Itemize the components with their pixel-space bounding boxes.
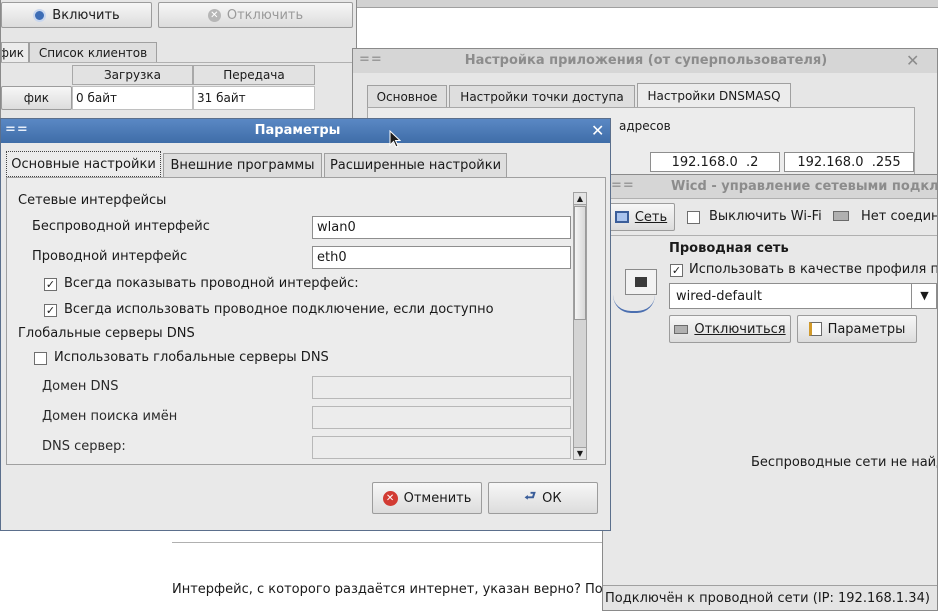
dns-server-label: DNS сервер:	[42, 439, 126, 454]
wired-interface-label: Проводной интерфейс	[32, 249, 188, 264]
disconnect-button-label: Отключиться	[694, 321, 786, 337]
network-button[interactable]: Сеть	[607, 203, 675, 231]
wired-settings-button-label: Параметры	[827, 321, 906, 337]
network-icon	[614, 211, 629, 223]
mouse-cursor-icon	[389, 130, 401, 148]
enable-button[interactable]: Включить	[1, 2, 152, 28]
plug-icon	[833, 211, 849, 221]
row-upload-value: 31 байт	[193, 86, 315, 110]
ok-button-label: ОК	[542, 490, 562, 506]
wired-profile-select[interactable]: wired-default	[669, 283, 937, 309]
enable-button-label: Включить	[52, 7, 120, 23]
disable-button[interactable]: ✕ Отключить	[158, 2, 353, 28]
tab-baseline	[1, 62, 356, 63]
column-header-upload[interactable]: Передача	[193, 65, 315, 85]
ok-button[interactable]: ⮐ ОК	[488, 482, 598, 514]
dialog-titlebar: == Параметры ✕	[1, 119, 610, 143]
dns-server-input[interactable]	[312, 436, 571, 459]
tab-external-programs[interactable]: Внешние программы	[163, 153, 322, 177]
settings-panel: Сетевые интерфейсы Беспроводной интерфей…	[6, 177, 606, 465]
vertical-scrollbar[interactable]: ▲ ▼	[573, 192, 587, 460]
disable-button-label: Отключить	[226, 7, 304, 23]
tab-dnsmasq-settings[interactable]: Настройки DNSMASQ	[637, 83, 791, 107]
power-on-icon	[33, 8, 47, 22]
tab-hotspot-settings[interactable]: Настройки точки доступа	[449, 85, 635, 107]
no-connection-label: Нет соедин	[861, 209, 938, 224]
chevron-down-icon[interactable]: ▼	[911, 283, 937, 309]
always-use-wired-label: Всегда использовать проводное подключени…	[64, 302, 494, 317]
network-button-label: Сеть	[634, 209, 668, 225]
always-show-wired-label: Всегда показывать проводной интерфейс:	[64, 276, 359, 291]
background-window-strip	[357, 0, 938, 8]
tab-client-list[interactable]: Список клиентов	[29, 42, 157, 62]
edit-icon	[808, 322, 822, 336]
background-divider	[172, 542, 612, 543]
wired-settings-button[interactable]: Параметры	[797, 315, 917, 343]
cancel-icon: ✕	[382, 490, 398, 506]
connection-status-text: Подключён к проводной сети (IP: 192.168.…	[605, 591, 930, 606]
cancel-button[interactable]: ✕ Отменить	[372, 482, 482, 514]
app-settings-title: Настройка приложения (от суперпользовате…	[464, 53, 828, 68]
cable-icon	[613, 295, 655, 313]
search-domain-label: Домен поиска имён	[42, 409, 178, 424]
ok-arrow-icon: ⮐	[524, 489, 537, 504]
hotspot-window: Включить ✕ Отключить фик Список клиентов…	[0, 0, 357, 128]
ip-range-end-field[interactable]: 192.168.0 .255	[784, 152, 914, 172]
wired-interface-input[interactable]: eth0	[312, 246, 571, 269]
scroll-up-arrow-icon[interactable]: ▲	[574, 193, 586, 205]
wired-network-icon	[625, 269, 657, 295]
toolbar-divider	[603, 235, 937, 236]
tab-general[interactable]: Основное	[367, 85, 447, 107]
always-use-wired-checkbox[interactable]: ✓	[44, 304, 57, 317]
scroll-down-arrow-icon[interactable]: ▼	[574, 447, 586, 459]
use-global-dns-checkbox[interactable]	[34, 352, 47, 365]
addresses-label: адресов	[619, 119, 671, 133]
always-show-wired-checkbox[interactable]: ✓	[44, 278, 57, 291]
tab-traffic[interactable]: фик	[1, 42, 29, 62]
row-download-value: 0 байт	[72, 86, 193, 110]
plug-icon	[674, 324, 689, 334]
wicd-titlebar: == Wicd - управление сетевыми подкл	[603, 175, 938, 199]
tab-basic-settings[interactable]: Основные настройки	[6, 151, 161, 177]
wired-heading: Проводная сеть	[669, 241, 789, 256]
section-network-interfaces: Сетевые интерфейсы	[18, 193, 167, 208]
search-domain-input[interactable]	[312, 406, 571, 429]
use-global-dns-label: Использовать глобальные серверы DNS	[54, 350, 329, 365]
disconnect-button[interactable]: Отключиться	[669, 315, 791, 343]
dialog-title: Параметры	[254, 123, 341, 138]
section-global-dns: Глобальные серверы DNS	[18, 326, 195, 341]
disable-wifi-label: Выключить Wi-Fi	[709, 209, 822, 224]
wicd-window: == Wicd - управление сетевыми подкл Сеть…	[602, 174, 938, 611]
column-header-download[interactable]: Загрузка	[72, 65, 193, 85]
window-grip-icon: ==	[611, 178, 635, 193]
row-label-traffic[interactable]: фик	[1, 86, 72, 110]
status-bar: Подключён к проводной сети (IP: 192.168.…	[603, 585, 937, 610]
parameters-dialog: == Параметры ✕ Основные настройки Внешни…	[0, 118, 611, 531]
close-icon[interactable]: ✕	[591, 123, 604, 139]
cancel-button-label: Отменить	[403, 490, 472, 506]
use-profile-checkbox[interactable]: ✓	[670, 264, 683, 277]
ip-range-start-field[interactable]: 192.168.0 .2	[650, 152, 780, 172]
background-instruction-text: Интерфейс, с которого раздаётся интернет…	[172, 582, 633, 597]
wireless-interface-input[interactable]: wlan0	[312, 216, 571, 239]
power-off-icon: ✕	[207, 8, 221, 22]
close-icon[interactable]: ✕	[906, 53, 919, 69]
disable-wifi-checkbox[interactable]	[687, 211, 700, 224]
wicd-title: Wicd - управление сетевыми подкл	[671, 179, 938, 194]
app-settings-titlebar: == Настройка приложения (от суперпользов…	[353, 49, 937, 73]
wireless-interface-label: Беспроводной интерфейс	[32, 219, 210, 234]
dns-domain-input[interactable]	[312, 376, 571, 399]
wireless-not-found-message: Беспроводные сети не найд	[751, 455, 938, 470]
tab-advanced-settings[interactable]: Расширенные настройки	[324, 153, 507, 177]
dns-domain-label: Домен DNS	[42, 379, 119, 394]
scrollbar-thumb[interactable]	[574, 206, 586, 320]
use-profile-label: Использовать в качестве профиля п	[689, 262, 938, 277]
